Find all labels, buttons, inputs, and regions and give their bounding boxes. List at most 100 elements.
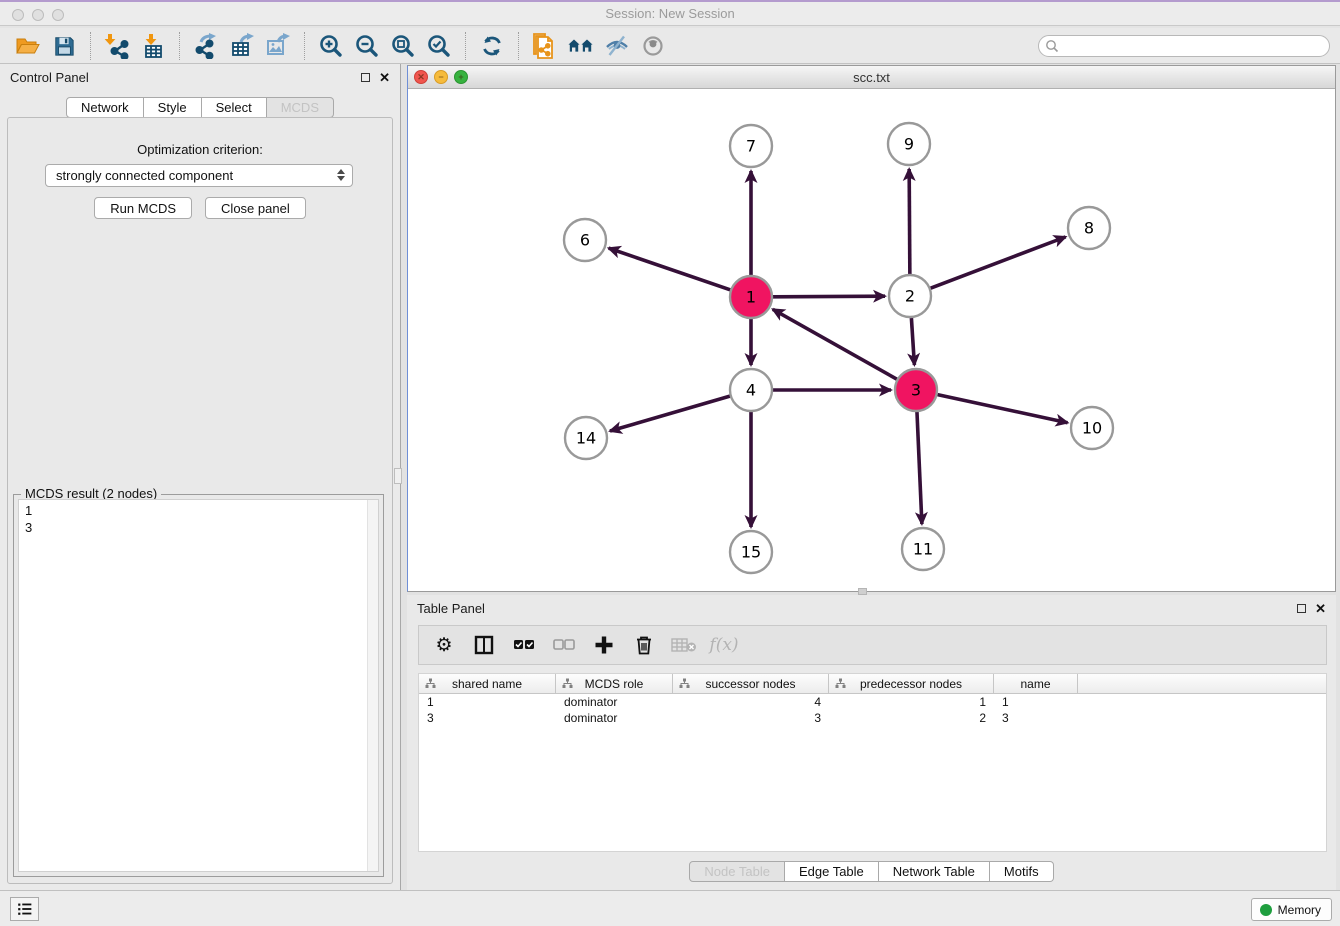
- mcds-result-textarea[interactable]: 13: [18, 499, 379, 872]
- deselect-all-columns-button[interactable]: [549, 630, 579, 660]
- tab-edge-table[interactable]: Edge Table: [785, 861, 879, 882]
- table-cell[interactable]: dominator: [556, 694, 673, 710]
- tab-network-table[interactable]: Network Table: [879, 861, 990, 882]
- column-header-label: name: [1020, 677, 1050, 691]
- float-panel-icon[interactable]: [1297, 604, 1306, 613]
- table-body: 1dominator4113dominator323: [419, 694, 1326, 726]
- float-panel-icon[interactable]: [361, 73, 370, 82]
- export-image-button[interactable]: [260, 31, 296, 61]
- column-header-name[interactable]: name: [994, 674, 1078, 693]
- table-settings-button[interactable]: ⚙: [429, 630, 459, 660]
- table-cell[interactable]: 4: [673, 694, 829, 710]
- graph-node-1[interactable]: 1: [730, 276, 772, 318]
- close-window-button[interactable]: [12, 9, 24, 21]
- horizontal-splitter-handle[interactable]: [858, 588, 867, 595]
- table-cell[interactable]: 1: [829, 694, 994, 710]
- table-cell[interactable]: dominator: [556, 710, 673, 726]
- graph-edge-2-3[interactable]: [911, 318, 914, 365]
- graph-node-8[interactable]: 8: [1068, 207, 1110, 249]
- graph-edge-2-9[interactable]: [909, 169, 910, 274]
- zoom-out-button[interactable]: [349, 31, 385, 61]
- graph-node-15[interactable]: 15: [730, 531, 772, 573]
- control-panel-header: Control Panel ✕: [0, 64, 400, 90]
- table-row[interactable]: 3dominator323: [419, 710, 1326, 726]
- tab-mcds[interactable]: MCDS: [267, 97, 334, 118]
- delete-column-button[interactable]: [629, 630, 659, 660]
- houses-icon: [566, 34, 596, 58]
- hide-selected-button[interactable]: [599, 31, 635, 61]
- minimize-window-button[interactable]: [32, 9, 44, 21]
- delete-table-button[interactable]: [669, 630, 699, 660]
- column-header-shared-name[interactable]: shared name: [419, 674, 556, 693]
- graph-node-7[interactable]: 7: [730, 125, 772, 167]
- frame-minimize-button[interactable]: −: [434, 70, 448, 84]
- tab-select[interactable]: Select: [202, 97, 267, 118]
- graph-edge-1-2[interactable]: [773, 296, 885, 297]
- export-table-button[interactable]: [224, 31, 260, 61]
- table-cell[interactable]: 3: [419, 710, 556, 726]
- graph-edge-1-6[interactable]: [609, 248, 731, 290]
- open-session-button[interactable]: [10, 31, 46, 61]
- column-header-successor-nodes[interactable]: successor nodes: [673, 674, 829, 693]
- network-canvas[interactable]: 7 9 6 8 1 2 4 3 14 10 15 11: [408, 89, 1335, 591]
- apply-function-button[interactable]: f(x): [709, 630, 739, 660]
- frame-maximize-button[interactable]: +: [454, 70, 468, 84]
- table-cell[interactable]: 1: [994, 694, 1078, 710]
- graph-edge-2-8[interactable]: [931, 237, 1066, 288]
- import-network-button[interactable]: [99, 31, 135, 61]
- apply-layout-button[interactable]: [563, 31, 599, 61]
- column-header-MCDS-role[interactable]: MCDS role: [556, 674, 673, 693]
- graph-node-3[interactable]: 3: [895, 369, 937, 411]
- graph-node-6[interactable]: 6: [564, 219, 606, 261]
- zoom-window-button[interactable]: [52, 9, 64, 21]
- table-row[interactable]: 1dominator411: [419, 694, 1326, 710]
- import-table-button[interactable]: [135, 31, 171, 61]
- tab-motifs[interactable]: Motifs: [990, 861, 1054, 882]
- graph-node-2[interactable]: 2: [889, 275, 931, 317]
- show-all-button[interactable]: [635, 31, 671, 61]
- new-network-from-selection-button[interactable]: [527, 31, 563, 61]
- graph-edge-3-11[interactable]: [917, 412, 922, 524]
- tab-node-table[interactable]: Node Table: [689, 861, 785, 882]
- task-history-button[interactable]: [10, 897, 39, 921]
- graph-edge-3-10[interactable]: [938, 395, 1068, 423]
- export-network-button[interactable]: [188, 31, 224, 61]
- refresh-view-button[interactable]: [474, 31, 510, 61]
- vertical-splitter-handle[interactable]: [394, 468, 402, 484]
- close-panel-icon[interactable]: ✕: [1315, 602, 1326, 615]
- network-frame-titlebar[interactable]: ✕ − + scc.txt: [408, 66, 1335, 89]
- zoom-in-icon: [318, 33, 344, 59]
- memory-button[interactable]: Memory: [1251, 898, 1332, 921]
- graph-node-14[interactable]: 14: [565, 417, 607, 459]
- zoom-in-button[interactable]: [313, 31, 349, 61]
- list-icon: [15, 899, 35, 919]
- zoom-fit-button[interactable]: [385, 31, 421, 61]
- graph-node-10[interactable]: 10: [1071, 407, 1113, 449]
- graph-node-9[interactable]: 9: [888, 123, 930, 165]
- show-columns-button[interactable]: [469, 630, 499, 660]
- select-all-columns-button[interactable]: [509, 630, 539, 660]
- close-panel-button[interactable]: Close panel: [205, 197, 306, 219]
- optimization-criterion-select[interactable]: strongly connected component: [45, 164, 353, 187]
- tab-network[interactable]: Network: [66, 97, 144, 118]
- graph-node-4[interactable]: 4: [730, 369, 772, 411]
- result-scrollbar[interactable]: [367, 500, 378, 871]
- table-cell[interactable]: 2: [829, 710, 994, 726]
- table-cell[interactable]: 1: [419, 694, 556, 710]
- tab-style[interactable]: Style: [144, 97, 202, 118]
- search-input[interactable]: [1038, 35, 1330, 57]
- window-controls: [12, 9, 64, 21]
- save-session-button[interactable]: [46, 31, 82, 61]
- zoom-selected-button[interactable]: [421, 31, 457, 61]
- run-mcds-button[interactable]: Run MCDS: [94, 197, 192, 219]
- table-cell[interactable]: 3: [673, 710, 829, 726]
- application-window: Session: New Session: [0, 0, 1340, 926]
- graph-node-11[interactable]: 11: [902, 528, 944, 570]
- table-cell[interactable]: 3: [994, 710, 1078, 726]
- add-column-button[interactable]: [589, 630, 619, 660]
- column-header-predecessor-nodes[interactable]: predecessor nodes: [829, 674, 994, 693]
- graph-edge-3-1[interactable]: [773, 309, 897, 379]
- graph-edge-4-14[interactable]: [610, 396, 730, 431]
- close-panel-icon[interactable]: ✕: [379, 71, 390, 84]
- frame-close-button[interactable]: ✕: [414, 70, 428, 84]
